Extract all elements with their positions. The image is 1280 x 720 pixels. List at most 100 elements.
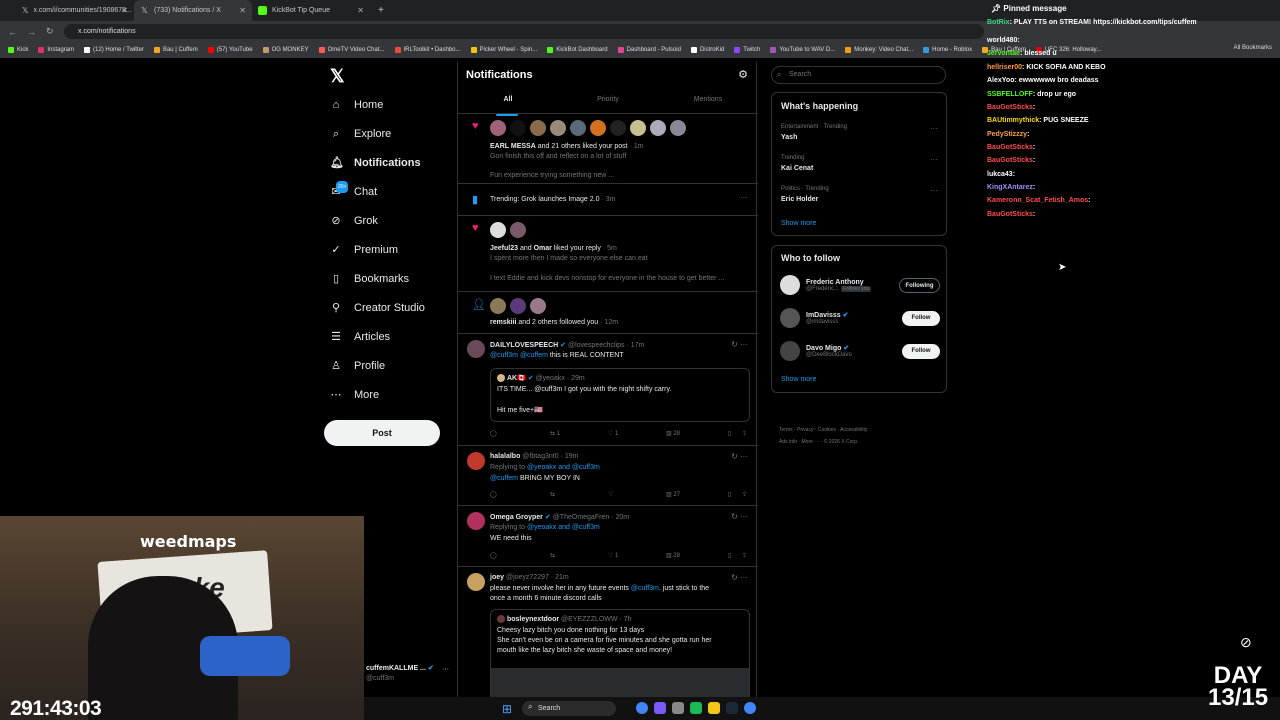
tab-mentions[interactable]: Mentions [658, 90, 758, 113]
notification-trending[interactable]: ▮ Trending: Grok launches Image 2.0 · 3m… [458, 184, 758, 216]
reply-icon[interactable]: ◯ [490, 491, 550, 498]
avatar[interactable] [490, 120, 506, 136]
taskbar-search[interactable]: Search [522, 701, 616, 716]
user-name[interactable]: halalalbo [490, 453, 520, 460]
reply-icon[interactable]: ◯ [490, 430, 550, 437]
chat-username[interactable]: SSBFELLOFF [987, 91, 1033, 98]
more-options-icon[interactable]: ··· [930, 124, 938, 133]
avatar[interactable] [650, 120, 666, 136]
new-tab-icon[interactable]: + [378, 5, 384, 16]
avatar[interactable] [467, 340, 485, 358]
like-icon[interactable]: ♡ [608, 491, 666, 498]
chrome-icon[interactable] [636, 702, 648, 714]
sidebar-item-home[interactable]: ⌂ Home [330, 95, 384, 115]
share-icon[interactable]: ⇪ [742, 491, 747, 498]
app-icon[interactable] [672, 702, 684, 714]
x-logo-icon[interactable]: 𝕏 [330, 66, 345, 87]
bookmark[interactable]: (12) Home / Twitter [84, 47, 144, 53]
bookmark[interactable]: Picker Wheel - Spin... [470, 47, 537, 53]
app-icon[interactable] [654, 702, 666, 714]
avatar[interactable] [510, 120, 526, 136]
bookmark-icon[interactable]: ▯ [728, 430, 742, 437]
notification-follow[interactable]: 👤︎ remskiii and 2 others followed you · … [458, 292, 758, 334]
more-options-icon[interactable]: ··· [930, 155, 938, 164]
user-name[interactable]: Omega Groyper [490, 514, 543, 521]
post-button[interactable]: Post [324, 420, 440, 446]
chat-username[interactable]: BotRix [987, 19, 1010, 26]
avatar[interactable] [530, 120, 546, 136]
close-tab-icon[interactable]: ✕ [357, 6, 364, 15]
avatar[interactable] [780, 341, 800, 361]
quoted-tweet[interactable]: AK🇨🇦 ✔ @yeoakx · 29m ITS TIME... @cuff3m… [490, 368, 750, 422]
sidebar-item-notifications[interactable]: 🔔︎ Notifications [330, 153, 421, 173]
sidebar-item-more[interactable]: ⋯ More [330, 385, 380, 405]
chat-username[interactable]: world480 [987, 37, 1017, 44]
like-button[interactable]: ♡ 1 [608, 552, 666, 559]
tab-priority[interactable]: Priority [558, 90, 658, 113]
more-options-icon[interactable]: ↻ ··· [731, 512, 748, 521]
bookmark[interactable]: Bau | Cuffem [153, 47, 198, 53]
avatar[interactable] [780, 308, 800, 328]
close-tab-icon[interactable]: ✕ [239, 6, 246, 15]
retweet-icon[interactable]: ⇆ [550, 491, 608, 498]
avatar[interactable] [467, 452, 485, 470]
avatar[interactable] [570, 120, 586, 136]
more-options-icon[interactable]: ↻ ··· [731, 573, 748, 582]
sidebar-item-chat[interactable]: ✉ 20+ Chat [330, 181, 377, 202]
bookmark[interactable]: (57) YouTube [207, 47, 253, 53]
user-name[interactable]: Omar [534, 245, 552, 252]
avatar[interactable] [490, 298, 506, 314]
forward-icon[interactable]: → [27, 27, 36, 37]
show-more-link[interactable]: Show more [781, 220, 816, 227]
avatar[interactable] [467, 573, 485, 591]
avatar[interactable] [510, 298, 526, 314]
chat-username[interactable]: BauGotSticks [987, 211, 1033, 218]
mention-link[interactable]: @cuffem [490, 475, 518, 482]
show-more-link[interactable]: Show more [781, 376, 816, 383]
trend-item[interactable]: Entertainment · Trending Yash [781, 124, 847, 141]
tab-all[interactable]: All [458, 90, 558, 116]
avatar[interactable] [590, 120, 606, 136]
back-icon[interactable]: ← [8, 27, 17, 37]
mention-link[interactable]: @cuff3m [490, 352, 518, 359]
follow-button[interactable]: Follow [902, 344, 940, 359]
chrome-icon[interactable] [744, 702, 756, 714]
chat-username[interactable]: Kameronn_Scat_Fetish_Amos [987, 197, 1088, 204]
user-name[interactable]: DAILYLOVESPEECH [490, 342, 558, 349]
bookmark[interactable]: Home - Roblox [923, 47, 972, 53]
notification-like[interactable]: ♥ Jeeful23 and Omar liked your reply · 5… [458, 216, 758, 292]
share-icon[interactable]: ⇪ [742, 430, 747, 437]
file-explorer-icon[interactable] [708, 702, 720, 714]
close-tab-icon[interactable]: ✕ [121, 6, 128, 15]
mention-link[interactable]: @cuff3m [631, 585, 659, 592]
mention-link[interactable]: @yeoakx and @cuff3m [527, 524, 600, 531]
views-button[interactable]: ▥ 28 [666, 430, 728, 437]
chat-username[interactable]: hellriser00 [987, 64, 1022, 71]
bookmark[interactable]: OmeTV Video Chat... [318, 47, 385, 53]
mention-link[interactable]: @cuffem [520, 352, 548, 359]
retweet-button[interactable]: ⇆ 1 [550, 430, 608, 437]
more-options-icon[interactable]: ··· [442, 666, 449, 673]
views-button[interactable]: ▥ 27 [666, 491, 728, 498]
browser-tab-active[interactable]: 𝕏 (733) Notifications / X ✕ [134, 0, 252, 21]
user-name[interactable]: joey [490, 574, 504, 581]
follow-suggestion[interactable]: Frederic Anthony @Frederic... Follows you… [780, 275, 940, 295]
reload-icon[interactable]: ↻ [46, 26, 54, 37]
reply-icon[interactable]: ◯ [490, 552, 550, 559]
browser-tab[interactable]: 𝕏x.com/i/communities/1908678... ✕ [16, 0, 134, 21]
chat-username[interactable]: PedyStizzzy [987, 131, 1027, 138]
follow-suggestion[interactable]: Davo Migo ✔ @DeeBlockDavo Follow [780, 341, 940, 361]
user-name[interactable]: remskiii [490, 319, 516, 326]
browser-tab[interactable]: KickBot Tip Queue ✕ [252, 0, 370, 21]
trend-item[interactable]: Politics · Trending Eric Holder [781, 186, 829, 203]
chat-username[interactable]: KingXAntarez [987, 184, 1033, 191]
bookmark[interactable]: Dashboard - Pulsoid [617, 47, 681, 53]
user-name[interactable]: Jeeful23 [490, 245, 518, 252]
more-options-icon[interactable]: ··· [930, 186, 938, 195]
tweet[interactable]: halalalbo @fbtag3nt0 · 19m ↻ ··· Replyin… [458, 446, 758, 506]
bookmark[interactable]: Twitch [734, 47, 760, 53]
sidebar-item-creator-studio[interactable]: ⚲ Creator Studio [330, 298, 425, 318]
windows-start-icon[interactable]: ⊞ [502, 702, 512, 716]
more-options-icon[interactable]: ··· [740, 193, 748, 202]
chat-username[interactable]: BauGotSticks [987, 144, 1033, 151]
